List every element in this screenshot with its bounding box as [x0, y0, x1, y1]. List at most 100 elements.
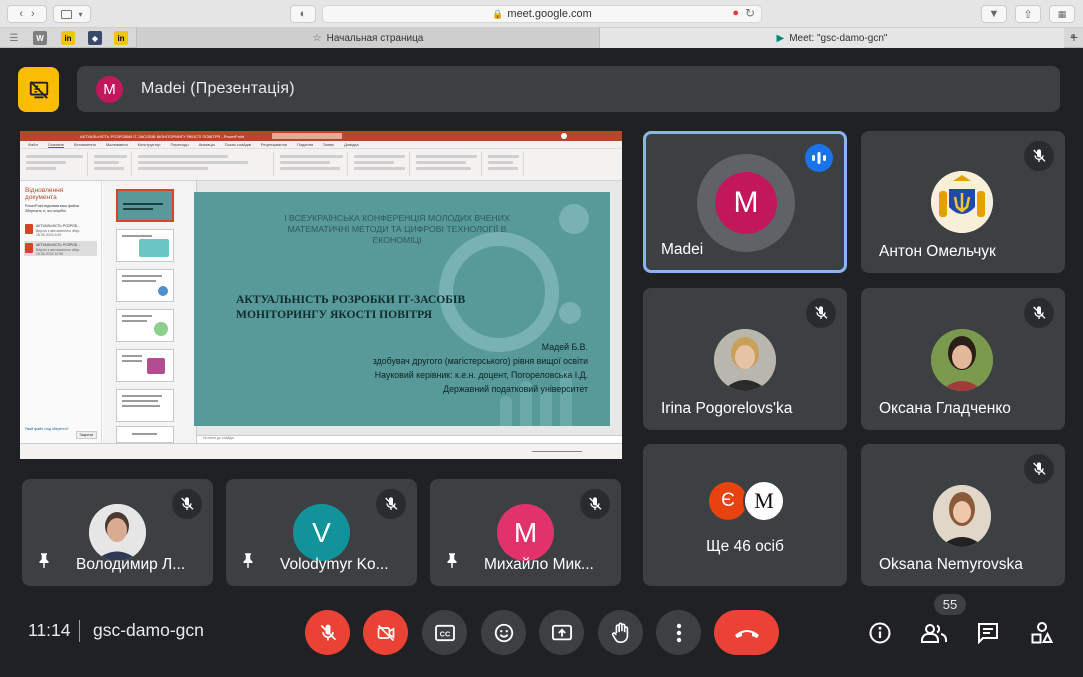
- slide-thumbnail[interactable]: [116, 269, 174, 302]
- recovery-file[interactable]: АКТУАЛЬНІСТЬ РОЗРОБ... Версія з автомати…: [24, 241, 97, 256]
- privacy-report-button[interactable]: ◐: [290, 5, 316, 23]
- slide-thumbnail[interactable]: [116, 229, 174, 262]
- pinned-tile-volodymyr-l[interactable]: Володимир Л...: [22, 479, 213, 586]
- ppt-menu-item: Анімація: [198, 142, 215, 147]
- participant-tile-irina[interactable]: Irina Pogorelovs'ka: [643, 288, 847, 430]
- tab-label: Начальная страница: [326, 32, 424, 44]
- ppt-search-box: [272, 133, 342, 139]
- pin-icon[interactable]: [443, 550, 461, 575]
- participant-tile-oksana-h[interactable]: Оксана Гладченко: [861, 288, 1065, 430]
- ppt-user-avatar: [561, 133, 567, 139]
- shared-screen[interactable]: АКТУАЛЬНІСТЬ РОЗРОБКИ ІТ-ЗАСОБІВ МОНІТОР…: [20, 131, 622, 459]
- slide-author: Мадей Б.В.: [541, 342, 588, 352]
- sidebar-button[interactable]: ▾: [53, 5, 91, 23]
- notes-placeholder[interactable]: Нотатки до слайда: [197, 435, 622, 443]
- microphone-button[interactable]: [305, 610, 350, 655]
- tab-meet[interactable]: ▶ Meet: "gsc-damo-gcn" ●: [600, 28, 1076, 48]
- slide-thumbnail[interactable]: [116, 389, 174, 422]
- ribbon-group: [22, 152, 88, 176]
- muted-indicator: [172, 489, 202, 519]
- slide-degree: здобувач другого (магістерського) рівня …: [372, 356, 588, 366]
- forward-icon[interactable]: ›: [31, 8, 35, 20]
- back-forward-buttons[interactable]: ‹ ›: [7, 5, 47, 23]
- participant-tile-anton[interactable]: Антон Омельчук: [861, 131, 1065, 273]
- info-icon: [869, 622, 891, 644]
- pin-icon[interactable]: [239, 550, 257, 575]
- address-bar[interactable]: 🔒 meet.google.com ● ↻: [322, 5, 762, 23]
- slide-supervisor: Науковий керівник: к.е.н. доцент, Погоре…: [374, 370, 588, 380]
- slide-author-block: Мадей Б.В. здобувач другого (магістерськ…: [228, 340, 588, 396]
- meeting-details-button[interactable]: [865, 618, 895, 648]
- bookmark-in-icon[interactable]: in: [114, 31, 128, 45]
- tab-start-page[interactable]: ☆ Начальная страница: [136, 28, 600, 48]
- recovery-file-date: 15.05.2024 9:40: [36, 233, 62, 237]
- zoom-slider[interactable]: [532, 451, 582, 452]
- current-slide: І ВСЕУКРАЇНСЬКА КОНФЕРЕНЦІЯ МОЛОДИХ ВЧЕН…: [194, 192, 610, 426]
- avatar: V: [293, 504, 350, 561]
- grid-icon: ▦: [1057, 8, 1067, 19]
- person-photo-icon: [714, 329, 776, 391]
- raise-hand-button[interactable]: [598, 610, 643, 655]
- back-icon[interactable]: ‹: [19, 8, 23, 20]
- avatar: [933, 485, 991, 547]
- shapes-icon: [1031, 622, 1054, 644]
- muted-indicator: [1024, 298, 1054, 328]
- ppt-menu-item: Конструктор: [137, 142, 161, 147]
- reading-list-icon[interactable]: ☰: [7, 31, 21, 45]
- ppt-menu-item: Малювання: [105, 142, 128, 147]
- ppt-menu-item: Подання: [296, 142, 314, 147]
- participant-name: Михайло Мик...: [484, 556, 594, 573]
- emoji-icon: [494, 623, 513, 642]
- present-now-button[interactable]: [539, 610, 584, 655]
- activities-button[interactable]: [1027, 618, 1057, 648]
- slide-thumbnail[interactable]: [116, 426, 174, 443]
- leave-call-button[interactable]: [714, 610, 779, 655]
- pin-icon[interactable]: [35, 550, 53, 575]
- participant-tile-madei[interactable]: M Madei: [643, 131, 847, 273]
- mic-off-icon: [385, 497, 398, 510]
- more-participants-label: Ще 46 осіб: [706, 538, 784, 555]
- bookmark-shield-icon[interactable]: ◆: [88, 31, 102, 45]
- pinned-tile-volodymyr-k[interactable]: V Volodymyr Ko...: [226, 479, 417, 586]
- captions-button[interactable]: CC: [422, 610, 467, 655]
- chat-button[interactable]: [973, 618, 1003, 648]
- camera-button[interactable]: [363, 610, 408, 655]
- pinned-tile-mykhailo[interactable]: M Михайло Мик...: [430, 479, 621, 586]
- share-button[interactable]: ⇧: [1015, 5, 1041, 23]
- slide-title: АКТУАЛЬНІСТЬ РОЗРОБКИ ІТ-ЗАСОБІВ МОНІТОР…: [236, 293, 466, 321]
- people-button[interactable]: [918, 618, 950, 648]
- share-icon: ⇧: [1023, 8, 1033, 21]
- tab-overview-button[interactable]: ▦: [1049, 5, 1075, 23]
- mic-off-icon: [1033, 306, 1046, 319]
- slide-thumbnails: [103, 181, 197, 443]
- powerpoint-title-bar: АКТУАЛЬНІСТЬ РОЗРОБКИ ІТ-ЗАСОБІВ МОНІТОР…: [20, 131, 622, 141]
- reload-icon[interactable]: ↻: [745, 6, 755, 20]
- powerpoint-ribbon: [20, 149, 622, 181]
- new-tab-icon[interactable]: +: [1070, 29, 1078, 45]
- participant-tile-oksana-n[interactable]: Oksana Nemyrovska: [861, 444, 1065, 586]
- slide-thumbnail[interactable]: [116, 309, 174, 342]
- recovery-file[interactable]: АКТУАЛЬНІСТЬ РОЗРОБ... Версія з автомати…: [24, 222, 97, 237]
- recovery-close-button[interactable]: Закрити: [75, 431, 97, 439]
- bookmark-wordpress-icon[interactable]: W: [33, 31, 47, 45]
- captions-icon: CC: [434, 624, 455, 641]
- avatar: M: [715, 172, 777, 234]
- presentation-layout-button[interactable]: [18, 67, 59, 112]
- mic-off-icon: [181, 497, 194, 510]
- coat-of-arms-icon: [931, 171, 993, 233]
- bookmark-in-icon[interactable]: in: [61, 31, 75, 45]
- slide-thumbnail[interactable]: [116, 349, 174, 382]
- ppt-menu-item: Запис: [323, 142, 335, 147]
- present-off-icon: [29, 80, 48, 99]
- slide-thumbnail[interactable]: [116, 189, 174, 222]
- participant-name: Володимир Л...: [76, 556, 186, 573]
- recovery-help-link[interactable]: Який файл слід зберегти?: [25, 427, 69, 431]
- avatar: [931, 329, 993, 391]
- microphone-in-use-icon[interactable]: ●: [732, 7, 739, 19]
- ribbon-group: [412, 152, 482, 176]
- ppt-menu-item: Вставлення: [73, 142, 96, 147]
- other-participants-tile[interactable]: Є M Ще 46 осіб: [643, 444, 847, 586]
- reactions-button[interactable]: [481, 610, 526, 655]
- downloads-button[interactable]: ▼: [981, 5, 1007, 23]
- more-options-button[interactable]: [656, 610, 701, 655]
